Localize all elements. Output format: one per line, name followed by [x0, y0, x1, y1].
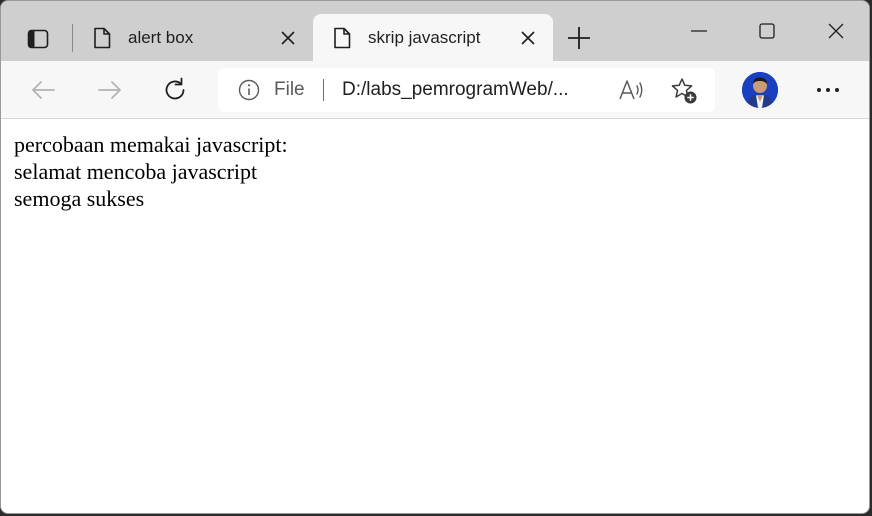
minimize-button[interactable] — [684, 16, 714, 46]
browser-window: alert box skrip javascript File D:/labs_… — [0, 0, 870, 514]
text-line: semoga sukses — [14, 186, 145, 211]
tab-separator — [72, 24, 73, 52]
minimize-icon — [691, 30, 707, 32]
tab-actions-icon — [27, 29, 49, 49]
forward-button[interactable] — [95, 75, 125, 105]
back-button[interactable] — [28, 75, 58, 105]
add-favorite-icon[interactable] — [670, 77, 698, 105]
page-content: percobaan memakai javascript: selamat me… — [1, 119, 869, 513]
page-icon — [334, 27, 351, 49]
tab-label: skrip javascript — [368, 28, 481, 47]
plus-icon[interactable] — [565, 24, 593, 52]
refresh-button[interactable] — [160, 75, 190, 105]
tab-alert-box[interactable]: alert box — [81, 14, 307, 61]
address-bar[interactable]: File D:/labs_pemrogramWeb/... — [218, 68, 715, 112]
arrow-right-icon — [98, 81, 121, 99]
refresh-icon — [165, 77, 185, 100]
avatar[interactable] — [742, 72, 778, 108]
close-icon[interactable] — [279, 29, 297, 47]
maximize-icon — [759, 23, 775, 39]
close-icon — [828, 23, 844, 39]
text-line: selamat mencoba javascript — [14, 159, 258, 184]
tab-skrip-javascript[interactable]: skrip javascript — [313, 14, 553, 61]
maximize-button[interactable] — [752, 16, 782, 46]
arrow-left-icon — [32, 81, 55, 99]
navigation-toolbar: File D:/labs_pemrogramWeb/... — [1, 61, 869, 119]
page-text: percobaan memakai javascript: selamat me… — [14, 131, 288, 212]
read-aloud-icon[interactable] — [618, 78, 644, 102]
address-divider — [323, 79, 324, 101]
window-close-button[interactable] — [821, 16, 851, 46]
profile-picture — [742, 72, 778, 108]
text-line: percobaan memakai javascript: — [14, 132, 288, 157]
tab-actions-button[interactable] — [19, 23, 57, 55]
url-scheme: File — [274, 79, 305, 100]
more-options-button[interactable] — [813, 75, 843, 105]
page-icon — [94, 27, 111, 49]
close-icon[interactable] — [519, 29, 537, 47]
url-text[interactable]: D:/labs_pemrogramWeb/... — [342, 79, 592, 101]
tab-label: alert box — [128, 28, 194, 47]
title-bar: alert box skrip javascript — [1, 1, 869, 61]
more-icon — [817, 88, 839, 92]
info-icon[interactable] — [238, 79, 260, 101]
